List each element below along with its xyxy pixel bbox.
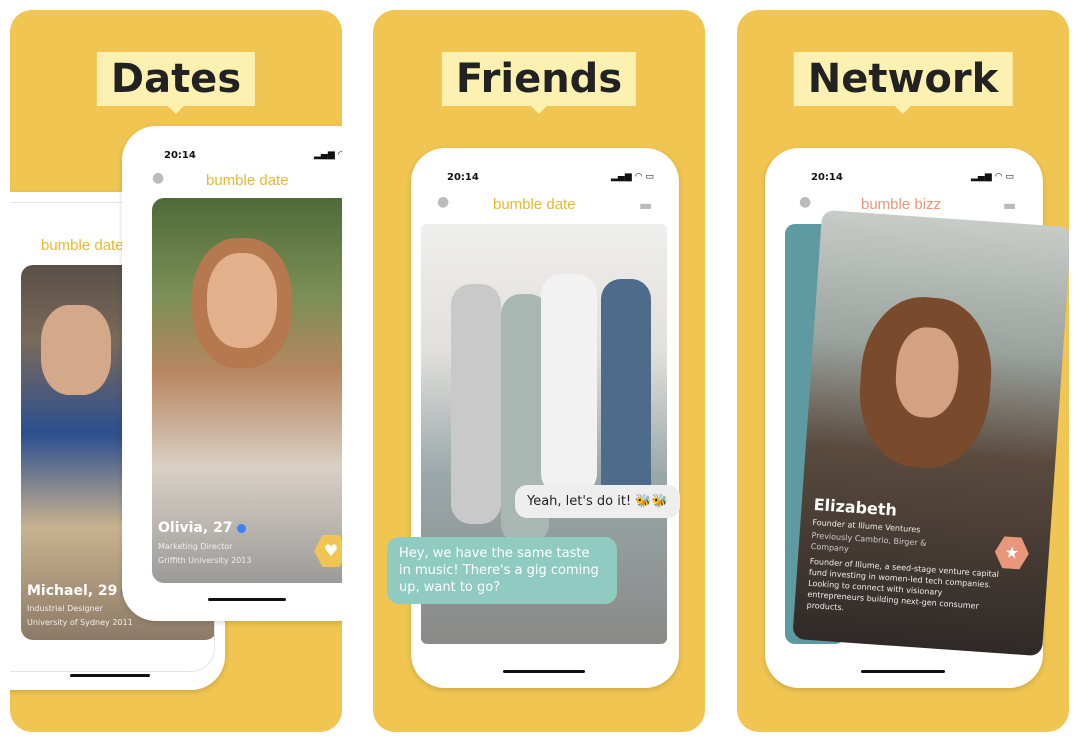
home-indicator bbox=[503, 670, 585, 673]
profile-name: Olivia, 27 bbox=[158, 520, 233, 536]
star-icon[interactable]: ★ bbox=[994, 535, 1030, 571]
face bbox=[41, 305, 111, 395]
profile-job: Industrial Designer bbox=[27, 604, 103, 613]
panel-dates: Dates bumble date Michael, 29 Industrial… bbox=[10, 10, 342, 732]
panel-title: Dates bbox=[96, 52, 256, 114]
status-icons: ▂▄▆ ◠ ▭ bbox=[971, 172, 1014, 182]
phone: 20:14 ▂▄▆ ◠ ▭ ● bumble date ▬ bbox=[411, 148, 679, 688]
panel-title: Friends bbox=[441, 52, 637, 114]
profile-card-elizabeth[interactable]: Elizabeth Founder at Illume Ventures Pre… bbox=[792, 209, 1069, 657]
profile-photo-olivia[interactable]: Olivia, 27 Marketing Director Griffith U… bbox=[152, 198, 342, 583]
bumble-date-logo: bumble date bbox=[41, 237, 124, 254]
message-bubble-reply: Yeah, let's do it! 🐝🐝 bbox=[515, 485, 680, 518]
status-icons: ▂▄▆ ◠ ▭ bbox=[611, 172, 654, 182]
status-time: 20:14 bbox=[164, 150, 196, 161]
person bbox=[601, 279, 651, 509]
home-indicator bbox=[70, 674, 150, 677]
chat-icon[interactable]: ▬ bbox=[1003, 198, 1016, 214]
face bbox=[207, 253, 277, 348]
profile-icon[interactable]: ● bbox=[799, 194, 811, 210]
status-time: 20:14 bbox=[811, 172, 843, 183]
profile-school: Griffith University 2013 bbox=[158, 556, 252, 565]
profile-bio: Founder of Illume, a seed-stage venture … bbox=[806, 556, 1000, 613]
bumble-date-logo: bumble date bbox=[206, 172, 289, 189]
heart-icon[interactable]: ♥ bbox=[314, 535, 342, 567]
status-time: 20:14 bbox=[447, 172, 479, 183]
verified-icon bbox=[236, 523, 246, 533]
bumble-date-logo: bumble date bbox=[493, 196, 576, 213]
bumble-bizz-logo: bumble bizz bbox=[861, 196, 942, 213]
home-indicator bbox=[861, 670, 945, 673]
profile-icon[interactable]: ● bbox=[152, 170, 164, 186]
person bbox=[451, 284, 501, 524]
person bbox=[541, 274, 597, 494]
chat-icon[interactable]: ▬ bbox=[639, 198, 652, 214]
panel-title: Network bbox=[793, 52, 1013, 114]
status-icons: ▂▄▆ ◠ ▭ bbox=[314, 150, 342, 160]
front-phone: 20:14 ▂▄▆ ◠ ▭ ● bumble date Olivia, 27 M… bbox=[122, 126, 342, 621]
panel-friends: Friends 20:14 ▂▄▆ ◠ ▭ ● bumble date ▬ Ye… bbox=[373, 10, 705, 732]
profile-school: University of Sydney 2011 bbox=[27, 618, 133, 627]
panel-network: Network 20:14 ▂▄▆ ◠ ▭ ● bumble bizz ▬ El… bbox=[737, 10, 1069, 732]
message-bubble-sent: Hey, we have the same taste in music! Th… bbox=[387, 537, 617, 604]
home-indicator bbox=[208, 598, 286, 601]
profile-icon[interactable]: ● bbox=[437, 194, 449, 210]
profile-job: Marketing Director bbox=[158, 542, 233, 551]
profile-name: Michael, 29 bbox=[27, 583, 118, 599]
